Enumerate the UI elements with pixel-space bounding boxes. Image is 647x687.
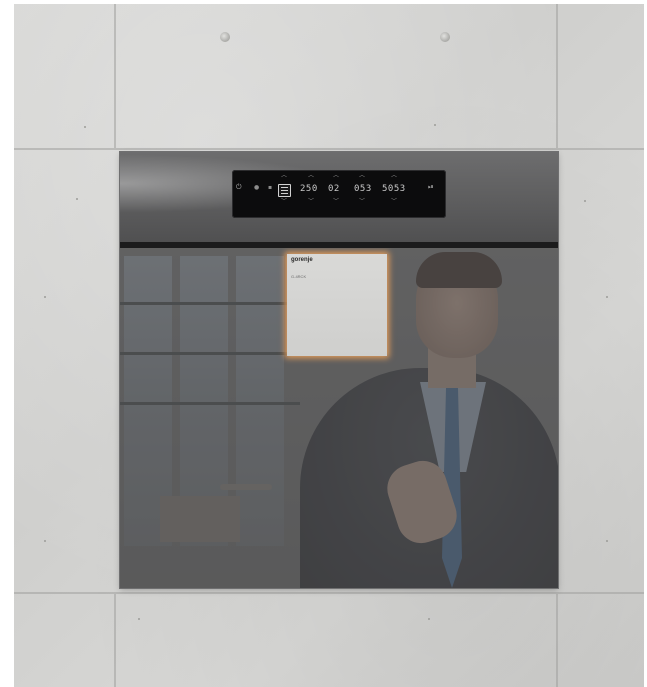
program-readout: 02 (328, 184, 340, 194)
wall-pore (434, 124, 436, 126)
wall-pore (606, 540, 608, 542)
lock-icon[interactable]: ▪ (268, 185, 272, 191)
control-panel: ⏻ ● ▪ ︿ ﹀ 250 ︿ ﹀ 02 ︿ ﹀ 053 ︿ ﹀ 5053 ︿ … (120, 152, 558, 242)
wall-seam-right (556, 4, 558, 148)
child-lock-icon[interactable]: ● (254, 185, 259, 191)
wall-pore (44, 296, 46, 298)
built-in-oven: ⏻ ● ▪ ︿ ﹀ 250 ︿ ﹀ 02 ︿ ﹀ 053 ︿ ﹀ 5053 ︿ … (120, 152, 558, 588)
chevron-down-icon[interactable]: ﹀ (359, 199, 365, 205)
brand-logo: gorenje (291, 257, 313, 263)
timer-readout: 053 (354, 184, 372, 194)
model-label: G-4RCK (291, 274, 307, 279)
wall-pore (428, 618, 430, 620)
chevron-up-icon[interactable]: ︿ (281, 173, 287, 179)
chevron-up-icon[interactable]: ︿ (308, 173, 314, 179)
wall-seam-right-low (556, 594, 558, 687)
wall-bolt-right (440, 32, 450, 42)
temperature-readout: 250 (300, 184, 318, 194)
wall-seam-left (114, 4, 116, 148)
chevron-up-icon[interactable]: ︿ (359, 173, 365, 179)
chevron-down-icon[interactable]: ﹀ (281, 199, 287, 205)
wall-pore (606, 296, 608, 298)
start-stop-icon[interactable]: ⏯ (428, 184, 434, 191)
chevron-down-icon[interactable]: ﹀ (391, 199, 397, 205)
power-icon[interactable]: ⏻ (236, 184, 242, 191)
brand-label-plate: gorenje G-4RCK (287, 254, 387, 356)
chevron-down-icon[interactable]: ﹀ (308, 199, 314, 205)
wall-pore (138, 618, 140, 620)
wall-pore (76, 198, 78, 200)
wall-pore (44, 540, 46, 542)
oven-display: ⏻ ● ▪ ︿ ﹀ 250 ︿ ﹀ 02 ︿ ﹀ 053 ︿ ﹀ 5053 ︿ … (232, 170, 446, 218)
wall-bolt-left (220, 32, 230, 42)
wall-seam-bottom (14, 592, 644, 594)
chevron-down-icon[interactable]: ﹀ (333, 199, 339, 205)
wall-pore (84, 126, 86, 128)
wall-pore (584, 200, 586, 202)
wall-seam-left-low (114, 594, 116, 687)
chevron-up-icon[interactable]: ︿ (391, 173, 397, 179)
oven-door-glass: gorenje G-4RCK (120, 248, 558, 588)
chevron-up-icon[interactable]: ︿ (333, 173, 339, 179)
wall-seam-top (14, 148, 644, 150)
program-icon[interactable] (278, 184, 291, 197)
end-time-readout: 5053 (382, 184, 406, 194)
